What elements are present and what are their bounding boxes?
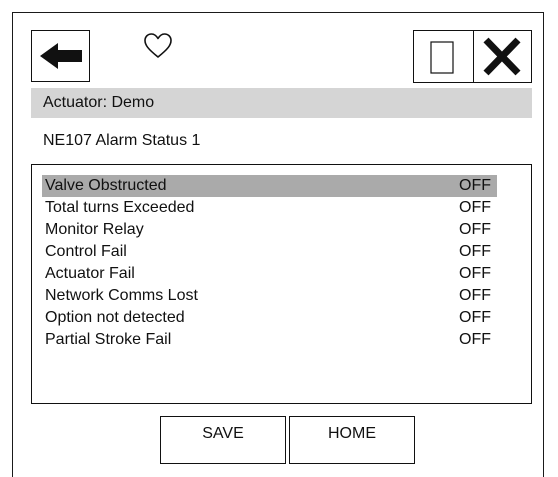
alarm-label: Actuator Fail (45, 265, 135, 282)
alarm-row-network-comms-lost[interactable]: Network Comms Lost OFF (42, 285, 526, 307)
actuator-label-bar: Actuator: Demo (31, 88, 532, 118)
alarm-row-option-not-detected[interactable]: Option not detected OFF (42, 307, 526, 329)
alarm-label: Valve Obstructed (45, 177, 167, 194)
alarm-row-monitor-relay[interactable]: Monitor Relay OFF (42, 219, 526, 241)
alarm-status: OFF (459, 331, 491, 348)
alarm-row-valve-obstructed[interactable]: Valve Obstructed OFF (42, 175, 497, 197)
square-icon (430, 41, 454, 74)
alarm-status: OFF (459, 309, 491, 326)
alarm-label: Monitor Relay (45, 221, 144, 238)
alarm-row-control-fail[interactable]: Control Fail OFF (42, 241, 526, 263)
close-button[interactable] (474, 30, 532, 83)
back-button[interactable] (31, 30, 90, 82)
alarm-label: Partial Stroke Fail (45, 331, 172, 348)
back-arrow-icon (40, 43, 82, 69)
favorite-button[interactable] (142, 30, 174, 62)
alarm-label: Option not detected (45, 309, 185, 326)
alarm-row-total-turns-exceeded[interactable]: Total turns Exceeded OFF (42, 197, 526, 219)
alarm-list: Valve Obstructed OFF Total turns Exceede… (31, 164, 532, 404)
alarm-status: OFF (459, 177, 491, 194)
alarm-label: Control Fail (45, 243, 127, 260)
alarm-row-actuator-fail[interactable]: Actuator Fail OFF (42, 263, 526, 285)
alarm-label: Network Comms Lost (45, 287, 198, 304)
alarm-row-partial-stroke-fail[interactable]: Partial Stroke Fail OFF (42, 329, 526, 351)
alarm-status: OFF (459, 221, 491, 238)
alarm-status: OFF (459, 199, 491, 216)
page-title: NE107 Alarm Status 1 (43, 132, 201, 149)
close-icon (483, 37, 521, 76)
save-button[interactable]: SAVE (160, 416, 286, 464)
alarm-status: OFF (459, 287, 491, 304)
heart-outline-icon (144, 33, 172, 58)
alarm-status: OFF (459, 265, 491, 282)
alarm-status: OFF (459, 243, 491, 260)
home-button[interactable]: HOME (289, 416, 415, 464)
stop-button[interactable] (413, 30, 474, 83)
alarm-label: Total turns Exceeded (45, 199, 195, 216)
